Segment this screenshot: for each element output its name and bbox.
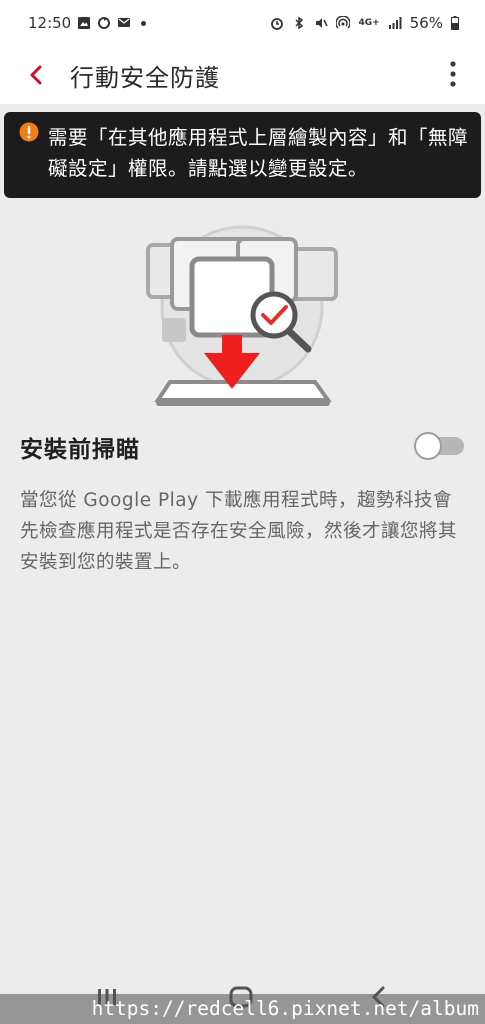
scan-before-install-toggle[interactable]: [414, 432, 464, 460]
gallery-notification-icon: [78, 17, 91, 29]
network-type-label: 4G+: [358, 18, 380, 28]
sync-notification-icon: [98, 17, 111, 29]
scan-before-install-illustration: [146, 225, 338, 406]
battery-percent: 56%: [409, 14, 443, 32]
alarm-icon: [271, 18, 284, 30]
chevron-left-icon: [30, 65, 42, 85]
status-bar: 12:50 4G+ 56%: [0, 0, 485, 46]
message-notification-icon: [118, 18, 131, 27]
bluetooth-icon: [295, 16, 304, 30]
toggle-knob: [414, 432, 442, 460]
more-notifications-dot-icon: [141, 20, 147, 26]
status-time: 12:50: [28, 14, 72, 32]
more-vert-icon: [450, 61, 456, 87]
page-title: 行動安全防護: [70, 63, 220, 92]
setting-title: 安裝前掃瞄: [20, 437, 140, 463]
mute-icon: [316, 18, 329, 28]
back-button[interactable]: [24, 63, 48, 87]
battery-icon: [451, 16, 459, 30]
app-bar: 行動安全防護: [0, 46, 485, 104]
overflow-menu-button[interactable]: [441, 56, 465, 92]
permission-warning-banner[interactable]: 需要「在其他應用程式上層繪製內容」和「無障礙設定」權限。請點選以變更設定。: [4, 112, 481, 198]
hotspot-icon: [336, 16, 351, 29]
banner-text: 需要「在其他應用程式上層繪製內容」和「無障礙設定」權限。請點選以變更設定。: [48, 126, 469, 180]
signal-icon: [388, 17, 402, 29]
status-right: 4G+ 56%: [270, 14, 459, 32]
watermark-url: https://redcell6.pixnet.net/album: [0, 994, 485, 1024]
status-left: 12:50: [28, 14, 147, 32]
warning-icon: [19, 122, 39, 142]
setting-description: 當您從 Google Play 下載應用程式時，趨勢科技會先檢查應用程式是否存在…: [20, 490, 458, 573]
